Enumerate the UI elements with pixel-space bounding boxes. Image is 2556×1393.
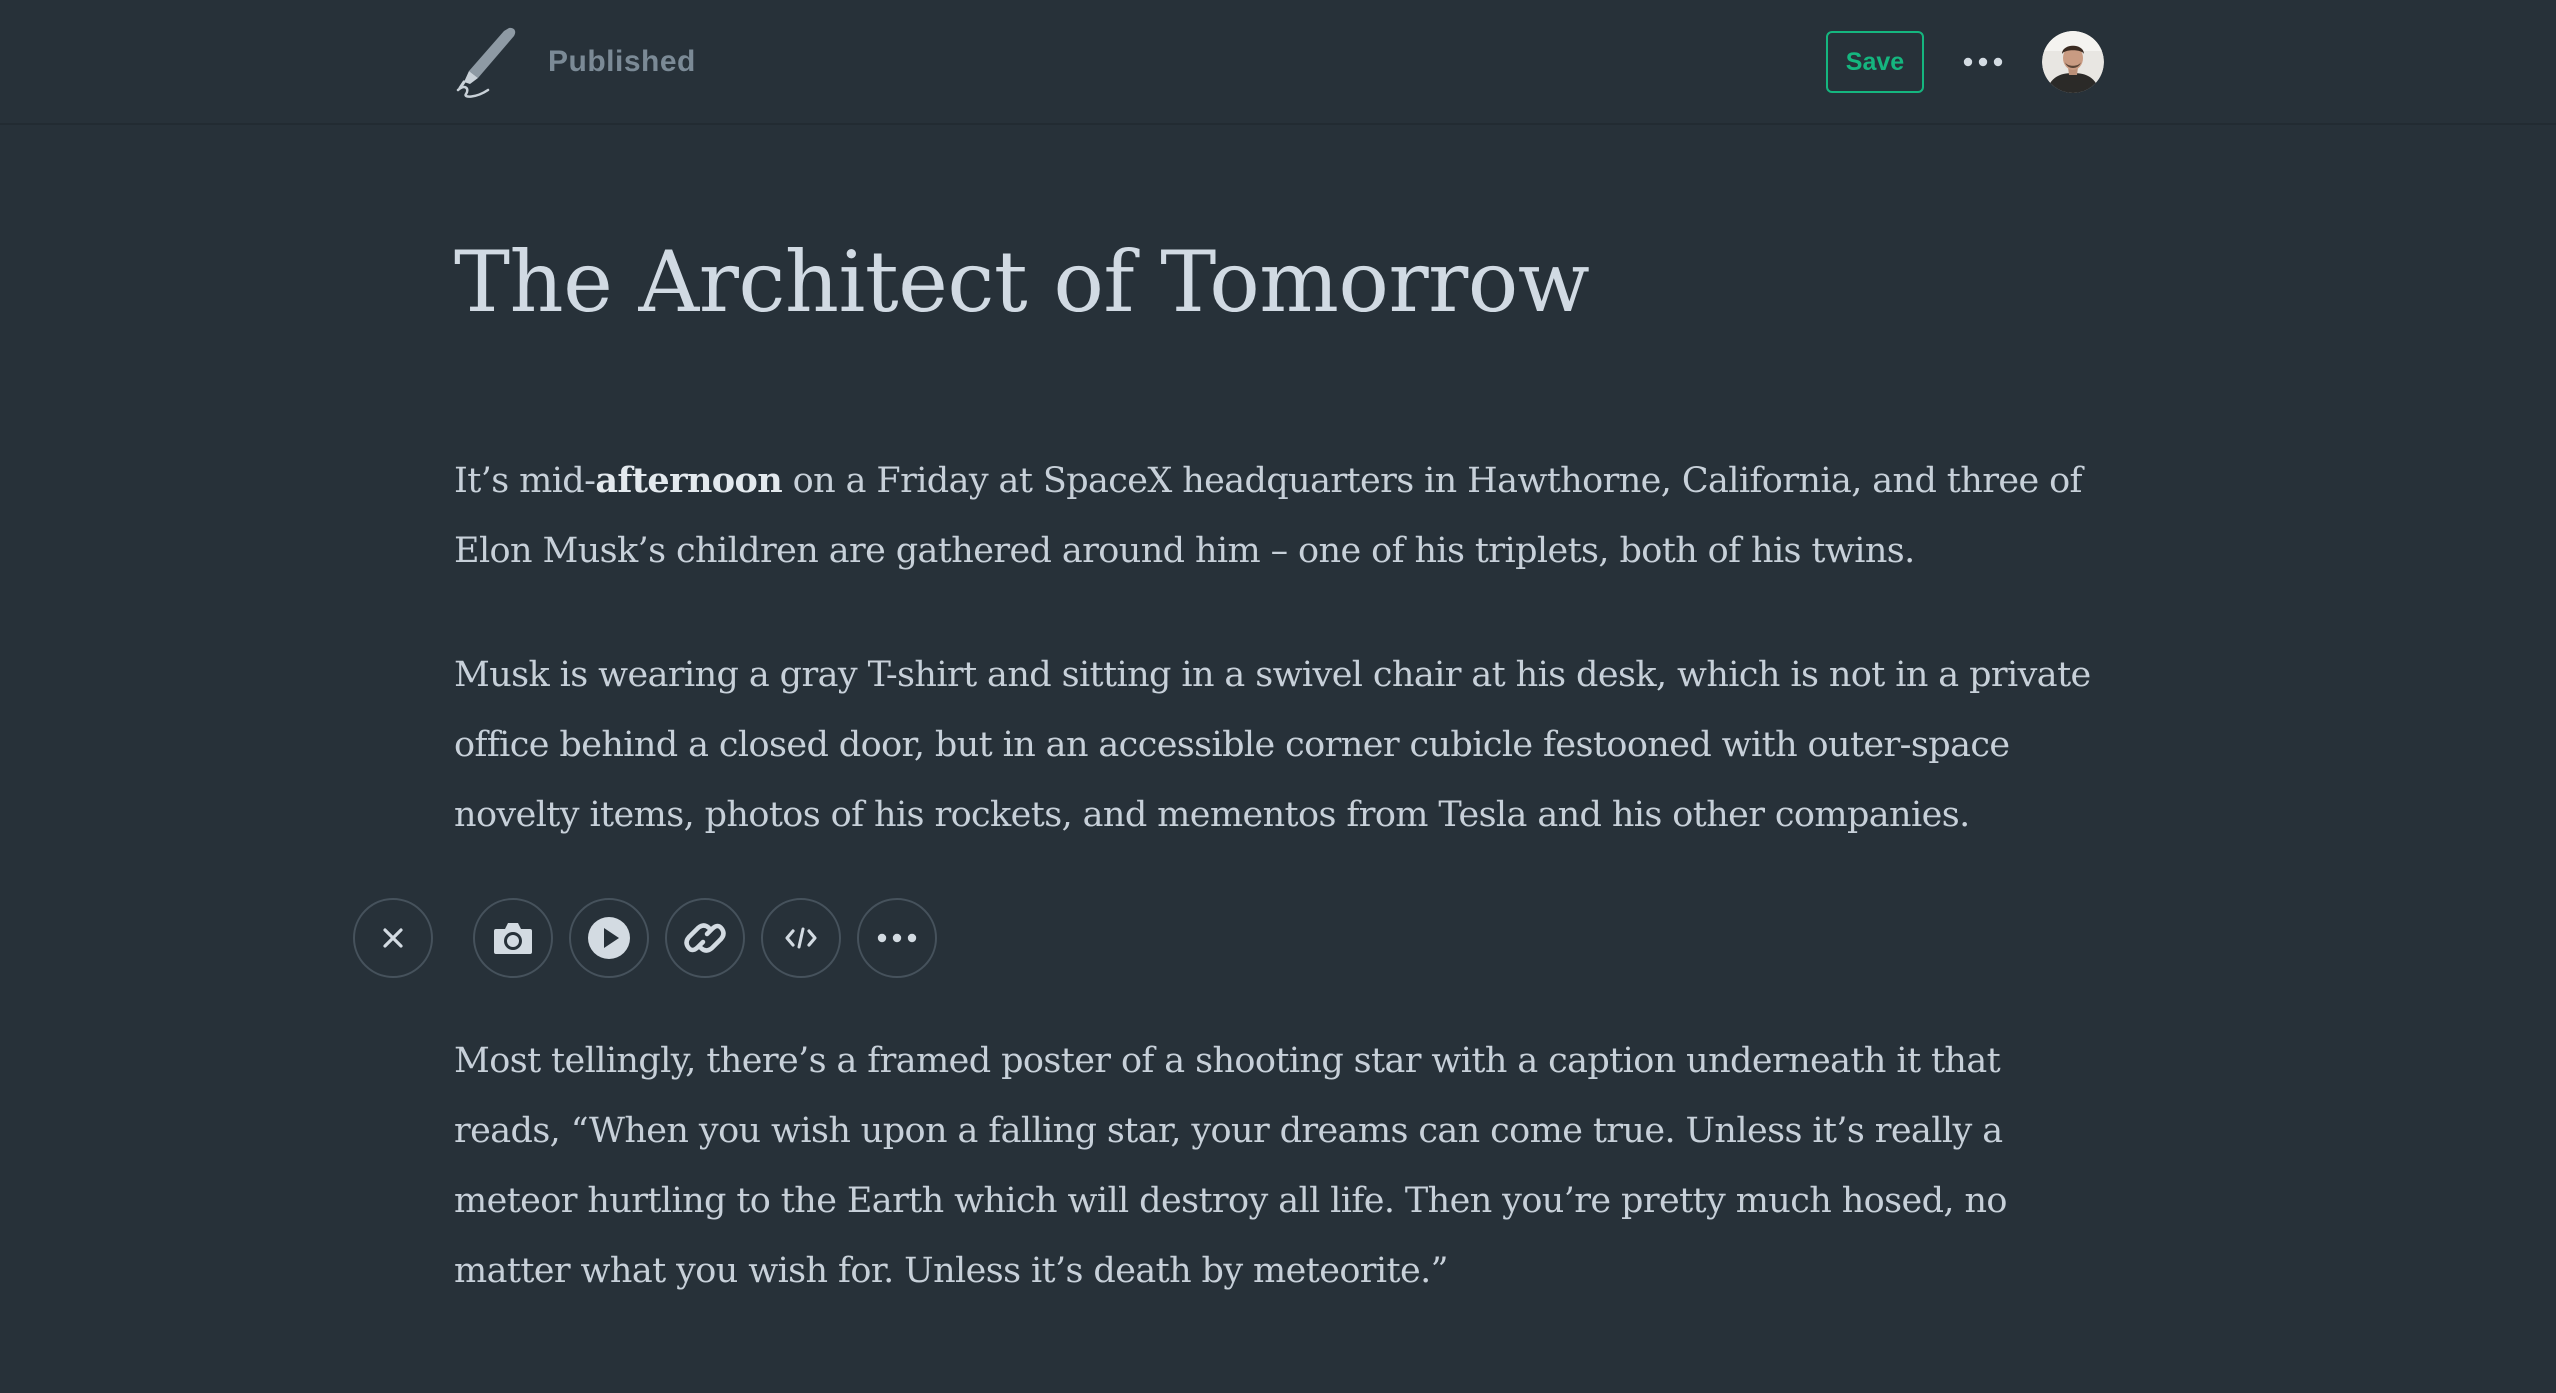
insert-video-button[interactable]	[569, 898, 649, 978]
save-button[interactable]: Save	[1826, 31, 1924, 93]
text-line: matter what you wish for. Unless it’s de…	[454, 1251, 1449, 1291]
insert-embed-button[interactable]	[665, 898, 745, 978]
text-line: office behind a closed door, but in an a…	[454, 725, 2010, 765]
camera-icon	[494, 923, 532, 954]
text-line: It’s mid-afternoon on a Friday at SpaceX…	[454, 446, 2114, 516]
text-line: meteor hurtling to the Earth which will …	[454, 1181, 2007, 1221]
link-icon	[684, 923, 726, 953]
article-title[interactable]: The Architect of Tomorrow	[454, 222, 2114, 342]
text-line: novelty items, photos of his rockets, an…	[454, 795, 1970, 835]
insert-more-button[interactable]	[857, 898, 937, 978]
text-line: Most tellingly, there’s a framed poster …	[454, 1041, 2001, 1081]
bold-text: afternoon	[595, 460, 783, 501]
ellipsis-icon	[877, 933, 917, 943]
text-line: Elon Musk’s children are gathered around…	[454, 531, 1915, 571]
paragraph[interactable]: Musk is wearing a gray T-shirt and sitti…	[454, 640, 2114, 850]
code-icon	[785, 927, 817, 949]
text-line: Musk is wearing a gray T-shirt and sitti…	[454, 655, 2091, 695]
text-line: reads, “When you wish upon a falling sta…	[454, 1111, 2003, 1151]
text-run: It’s mid-	[454, 461, 596, 501]
ellipsis-icon	[1963, 57, 2003, 67]
brand: Published	[454, 26, 696, 98]
insert-image-button[interactable]	[473, 898, 553, 978]
close-icon	[383, 928, 403, 948]
quill-pen-icon[interactable]	[454, 26, 518, 98]
more-options-button[interactable]	[1958, 37, 2008, 87]
play-icon	[588, 917, 630, 959]
insert-code-button[interactable]	[761, 898, 841, 978]
paragraph[interactable]: Most tellingly, there’s a framed poster …	[454, 1026, 2114, 1306]
close-insert-button[interactable]	[353, 898, 433, 978]
publish-status: Published	[548, 45, 696, 78]
text-run: on a Friday at SpaceX headquarters in Ha…	[782, 461, 2083, 501]
paragraph[interactable]: It’s mid-afternoon on a Friday at SpaceX…	[454, 446, 2114, 586]
top-bar: Published Save	[0, 0, 2556, 125]
user-avatar[interactable]	[2042, 31, 2104, 93]
header-actions: Save	[1826, 30, 2104, 94]
